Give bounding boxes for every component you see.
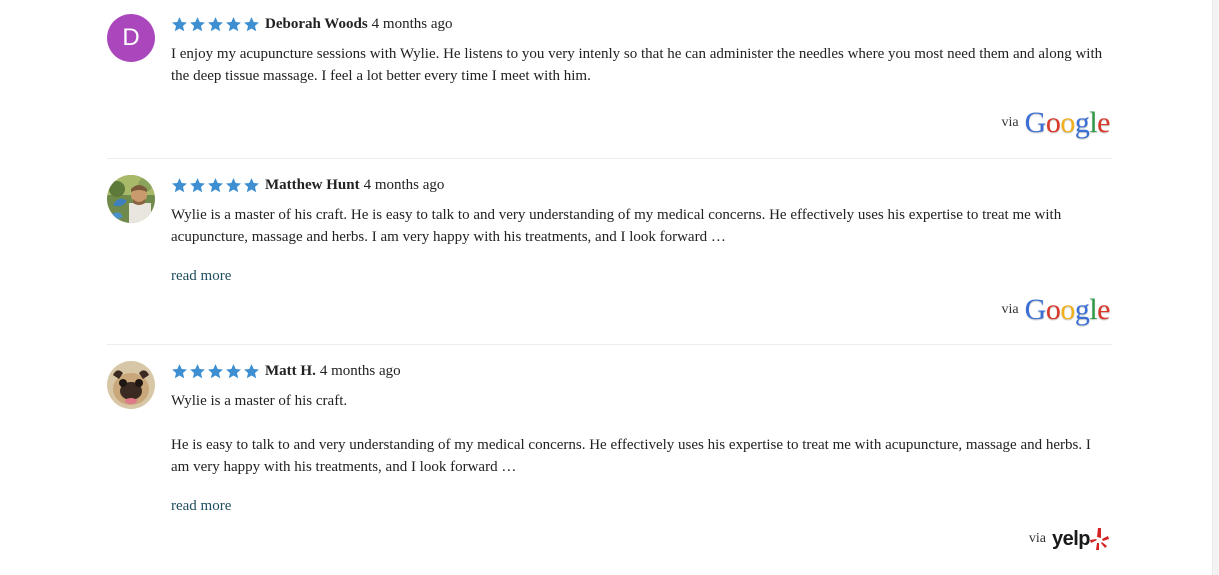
star-icon	[171, 16, 188, 33]
review-source[interactable]: via Google	[1001, 106, 1111, 139]
review-time: 4 months ago	[319, 362, 401, 379]
review-card: Matt H. 4 months ago Wylie is a master o…	[107, 361, 1112, 561]
review-header: Matt H. 4 months ago	[171, 361, 1111, 381]
read-more-link[interactable]: read more	[171, 498, 231, 515]
reviewer-name: Matthew Hunt	[265, 176, 360, 193]
via-label: via	[1028, 531, 1046, 546]
yelp-wordmark: yelp	[1051, 527, 1091, 550]
avatar	[107, 361, 155, 409]
star-icon	[243, 177, 260, 194]
review-content: Deborah Woods 4 months ago I enjoy my ac…	[171, 14, 1111, 87]
google-logo: Google	[1024, 293, 1111, 326]
read-more-link[interactable]: read more	[171, 268, 231, 285]
review-time: 4 months ago	[371, 15, 453, 32]
star-icon	[171, 363, 188, 380]
star-rating	[171, 177, 260, 194]
reviewer-name: Matt H.	[265, 362, 316, 379]
review-text: Wylie is a master of his craft. He is ea…	[171, 390, 1111, 478]
review-paragraph: He is easy to talk to and very understan…	[171, 437, 1091, 475]
star-icon	[189, 16, 206, 33]
via-label: via	[1001, 302, 1019, 317]
review-header: Matthew Hunt 4 months ago	[171, 175, 1111, 195]
review-text: Wylie is a master of his craft. He is ea…	[171, 204, 1111, 248]
review-content: Matt H. 4 months ago Wylie is a master o…	[171, 361, 1111, 515]
star-icon	[189, 177, 206, 194]
scrollbar-track[interactable]	[1212, 0, 1219, 575]
review-divider	[107, 158, 1112, 159]
review-time: 4 months ago	[363, 176, 445, 193]
avatar	[107, 175, 155, 223]
star-icon	[225, 363, 242, 380]
star-icon	[207, 177, 224, 194]
avatar-letter: D	[122, 24, 140, 51]
google-logo: Google	[1024, 106, 1111, 139]
review-source[interactable]: via yelp	[1029, 527, 1110, 551]
review-card: D Deborah Woods 4 months ago I enjoy my …	[107, 14, 1112, 144]
star-icon	[243, 363, 260, 380]
star-rating	[171, 363, 260, 380]
yelp-logo: yelp	[1052, 527, 1110, 551]
star-icon	[171, 177, 188, 194]
star-icon	[225, 16, 242, 33]
review-source[interactable]: via Google	[1001, 293, 1111, 326]
star-icon	[225, 177, 242, 194]
review-divider	[107, 344, 1112, 345]
star-icon	[207, 16, 224, 33]
review-text: I enjoy my acupuncture sessions with Wyl…	[171, 43, 1111, 87]
review-header: Deborah Woods 4 months ago	[171, 14, 1111, 34]
review-content: Matthew Hunt 4 months ago Wylie is a mas…	[171, 175, 1111, 285]
reviews-page: D Deborah Woods 4 months ago I enjoy my …	[0, 0, 1219, 575]
review-card: Matthew Hunt 4 months ago Wylie is a mas…	[107, 175, 1112, 335]
star-icon	[207, 363, 224, 380]
review-paragraph: Wylie is a master of his craft.	[171, 393, 348, 409]
star-rating	[171, 16, 260, 33]
review-paragraph: Wylie is a master of his craft. He is ea…	[171, 207, 1062, 245]
via-label: via	[1001, 115, 1019, 130]
review-paragraph: I enjoy my acupuncture sessions with Wyl…	[171, 46, 1103, 84]
reviewer-name: Deborah Woods	[265, 15, 368, 32]
avatar: D	[107, 14, 155, 62]
yelp-burst-icon	[1090, 528, 1109, 550]
star-icon	[189, 363, 206, 380]
star-icon	[243, 16, 260, 33]
